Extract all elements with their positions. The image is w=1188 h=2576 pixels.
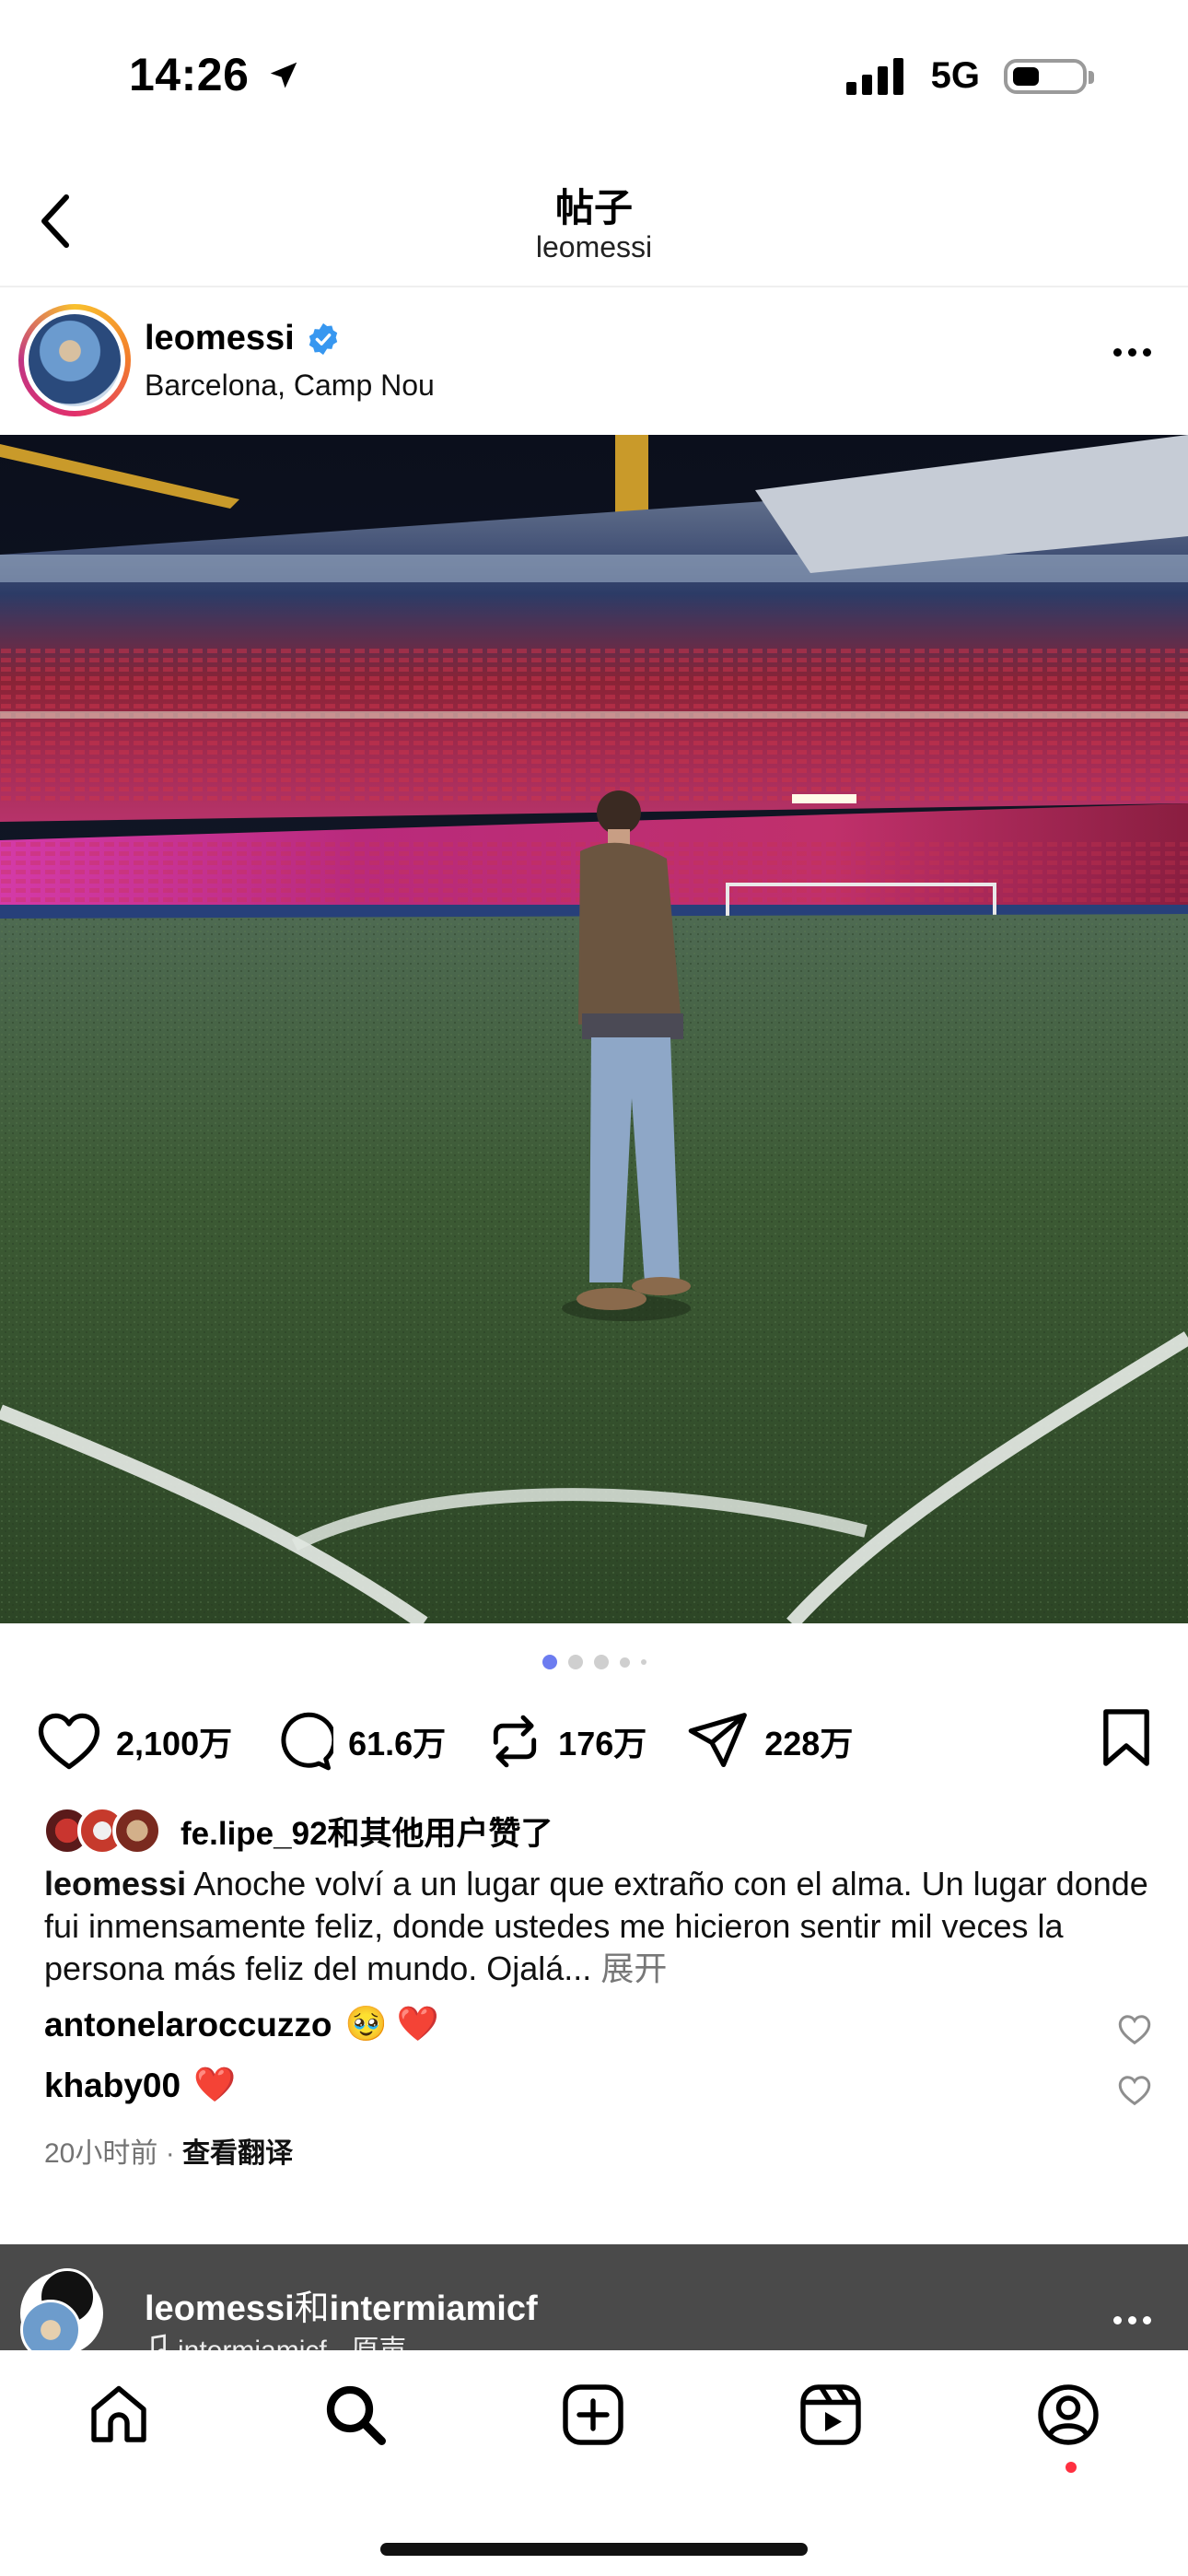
reels-icon[interactable] — [798, 2382, 864, 2448]
next-post-audio-text[interactable]: intermiamicf · 原声 — [178, 2327, 406, 2350]
search-icon[interactable] — [322, 2382, 389, 2448]
liker-username[interactable]: fe.lipe_92 — [181, 1816, 328, 1852]
next-post-title[interactable]: leomessi和intermiamicf — [145, 2279, 538, 2330]
like-action[interactable]: 2,100万 — [37, 1712, 232, 1771]
carousel-dot — [593, 1655, 609, 1669]
location-arrow-icon — [270, 62, 297, 88]
repost-icon[interactable] — [486, 1711, 543, 1772]
time-ago: 20小时前 — [44, 2138, 158, 2169]
more-options-icon[interactable] — [1113, 348, 1151, 357]
home-indicator[interactable] — [380, 2543, 808, 2556]
tab-search[interactable] — [319, 2378, 392, 2452]
repost-count[interactable]: 176万 — [558, 1717, 646, 1765]
comment-item[interactable]: khaby00 ❤️ — [44, 2066, 236, 2105]
share-count[interactable]: 228万 — [764, 1717, 853, 1765]
header-divider — [0, 286, 1188, 287]
tab-home[interactable] — [82, 2378, 156, 2452]
post-avatar[interactable] — [18, 304, 131, 416]
create-icon[interactable] — [560, 2382, 626, 2448]
heart-outline-icon[interactable] — [1118, 2014, 1151, 2045]
like-count[interactable]: 2,100万 — [116, 1717, 232, 1765]
next-post-connector: 和 — [294, 2289, 330, 2328]
save-button[interactable] — [1100, 1706, 1153, 1774]
separator-dot: · — [165, 2138, 183, 2169]
liked-by-row[interactable]: fe.lipe_92和其他用户赞了 — [42, 1806, 553, 1856]
heart-icon[interactable] — [37, 1712, 101, 1771]
signal-icon — [845, 57, 903, 95]
comment-username[interactable]: khaby00 — [44, 2067, 181, 2105]
network-type: 5G — [930, 55, 980, 96]
stadium-photo — [0, 435, 1188, 1623]
see-translation-link[interactable]: 查看翻译 — [182, 2138, 293, 2169]
page-title: 帖子 — [554, 186, 633, 229]
heart-outline-icon[interactable] — [1118, 2075, 1151, 2106]
next-post-header[interactable]: leomessi和intermiamicf intermiamicf · 原声 — [0, 2244, 1188, 2350]
next-post-avatar[interactable] — [20, 2268, 103, 2350]
share-action[interactable]: 228万 — [687, 1711, 853, 1772]
comment-like-button[interactable] — [1118, 2075, 1151, 2111]
post-username-row[interactable]: leomessi — [145, 319, 341, 358]
send-icon[interactable] — [687, 1711, 750, 1772]
liked-by-text[interactable]: fe.lipe_92和其他用户赞了 — [181, 1808, 553, 1855]
comment-text: ❤️ — [193, 2066, 237, 2103]
caption-text: Anoche volví a un lugar que extraño con … — [44, 1865, 1148, 1987]
status-time: 14:26 — [129, 48, 301, 101]
home-icon[interactable] — [86, 2382, 152, 2448]
comment-like-button[interactable] — [1118, 2014, 1151, 2050]
liker-avatar — [112, 1806, 162, 1856]
tab-profile[interactable] — [1031, 2378, 1105, 2452]
comment-icon[interactable] — [273, 1711, 334, 1772]
post-caption[interactable]: leomessi Anoche volví a un lugar que ext… — [44, 1863, 1149, 1990]
post-meta: 20小时前 · 查看翻译 — [44, 2130, 293, 2171]
next-post-username[interactable]: leomessi — [145, 2289, 295, 2328]
carousel-dot — [640, 1659, 646, 1665]
next-post-collaborator[interactable]: intermiamicf — [330, 2289, 538, 2328]
caption-username[interactable]: leomessi — [44, 1865, 186, 1903]
status-indicators: 5G — [845, 55, 1094, 97]
comment-item[interactable]: antonelaroccuzzo 🥹 ❤️ — [44, 2005, 439, 2044]
post-photo[interactable] — [0, 435, 1188, 1623]
comment-username[interactable]: antonelaroccuzzo — [44, 2006, 332, 2044]
avatar-image — [29, 314, 121, 406]
verified-badge-icon — [309, 322, 337, 355]
music-note-icon — [151, 2334, 166, 2350]
comment-count[interactable]: 61.6万 — [348, 1717, 446, 1765]
battery-icon — [1004, 58, 1094, 94]
carousel-dot — [619, 1657, 630, 1668]
carousel-indicator — [0, 1655, 1188, 1669]
post-actions: 2,100万 61.6万 176万 228万 — [37, 1704, 893, 1778]
clock-text: 14:26 — [129, 49, 250, 100]
repost-action[interactable]: 176万 — [486, 1711, 646, 1772]
tab-create[interactable] — [556, 2378, 630, 2452]
profile-icon[interactable] — [1035, 2382, 1101, 2448]
post-username[interactable]: leomessi — [145, 319, 295, 358]
carousel-dot-active — [542, 1655, 557, 1669]
liked-by-suffix: 和其他用户赞了 — [327, 1815, 553, 1852]
next-post-more-icon[interactable] — [1113, 2316, 1151, 2324]
bookmark-icon[interactable] — [1100, 1706, 1153, 1769]
post-location[interactable]: Barcelona, Camp Nou — [145, 369, 435, 403]
expand-caption-link[interactable]: 展开 — [600, 1950, 667, 1987]
tab-reels[interactable] — [794, 2378, 868, 2452]
carousel-dot — [567, 1655, 583, 1669]
notification-dot — [1066, 2462, 1077, 2473]
page-subtitle: leomessi — [535, 230, 653, 263]
comment-action[interactable]: 61.6万 — [273, 1711, 446, 1772]
comment-text: 🥹 ❤️ — [344, 2005, 439, 2043]
next-post-audio[interactable]: intermiamicf · 原声 — [145, 2327, 406, 2350]
